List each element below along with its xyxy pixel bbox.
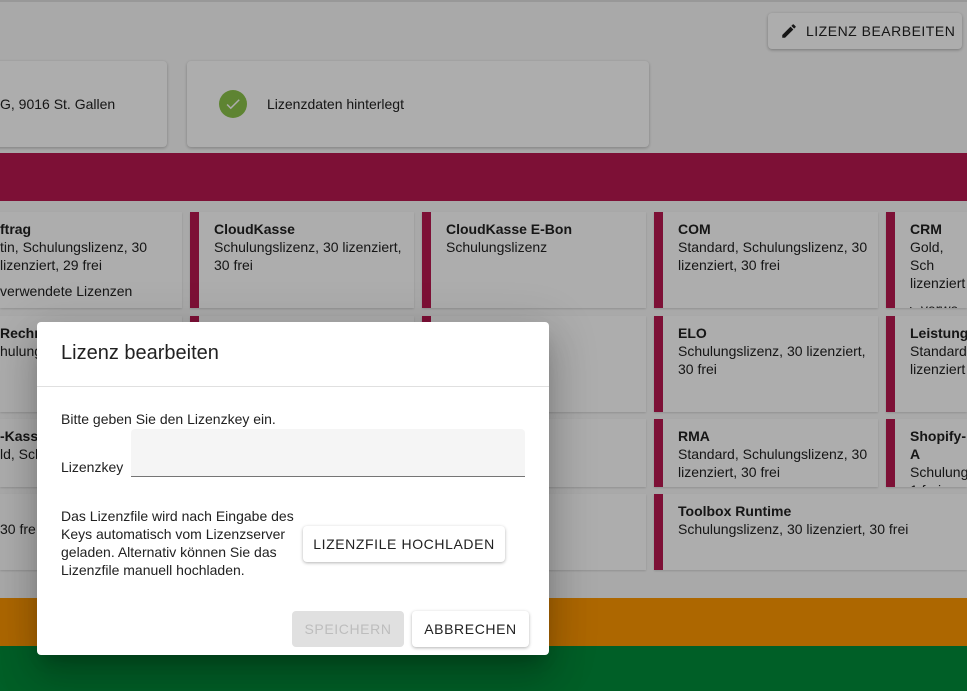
dialog-title: Lizenz bearbeiten [61,342,219,364]
license-file-note: Das Lizenzfile wird nach Eingabe des Key… [61,508,294,578]
license-key-prompt: Bitte geben Sie den Lizenzkey ein. [61,411,276,427]
license-key-input[interactable] [131,429,525,477]
license-key-label: Lizenzkey [61,459,124,475]
upload-license-file-button[interactable]: LIZENZFILE HOCHLADEN [303,526,505,562]
cancel-button[interactable]: ABBRECHEN [412,611,529,647]
save-button[interactable]: SPEICHERN [292,611,404,647]
edit-license-dialog: Lizenz bearbeiten Bitte geben Sie den Li… [37,322,549,655]
dialog-divider [37,386,549,387]
